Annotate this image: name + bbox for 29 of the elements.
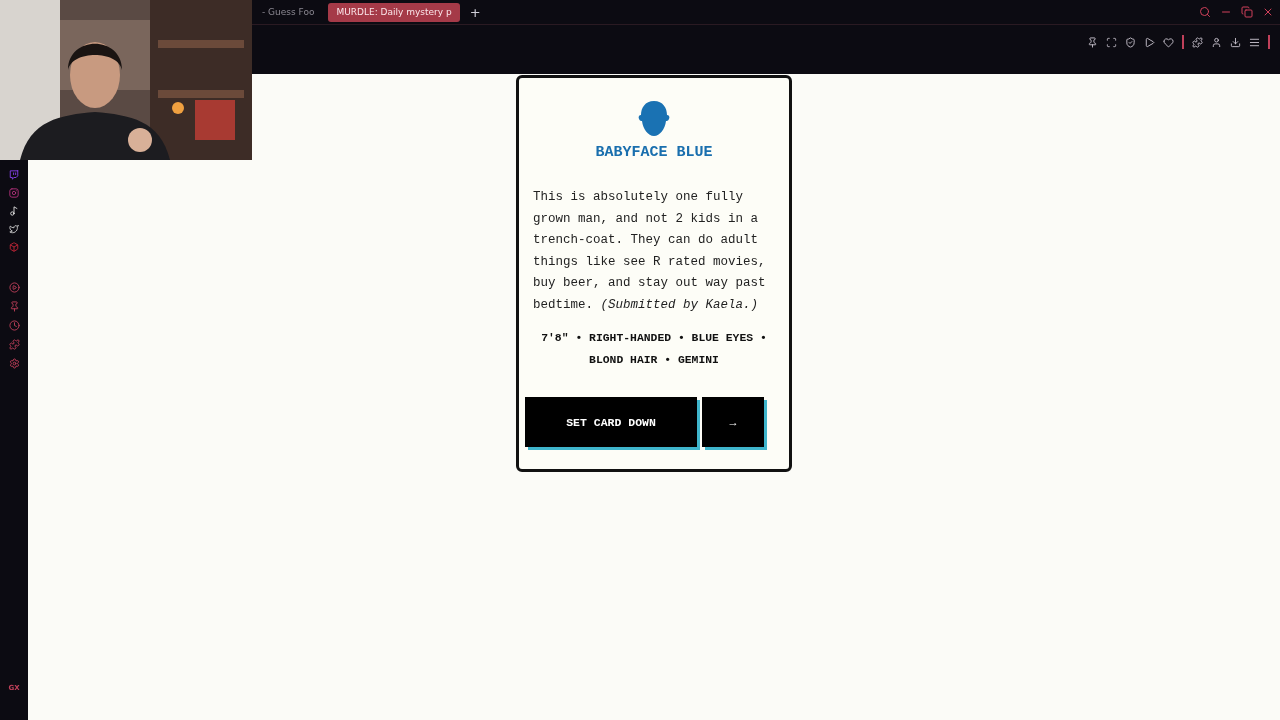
user-icon[interactable] (1211, 36, 1222, 48)
browser-tab[interactable]: - Guess Foo (254, 2, 323, 22)
next-button[interactable]: → (702, 397, 764, 447)
shield-icon[interactable] (1125, 36, 1136, 48)
instagram-icon[interactable] (9, 188, 19, 198)
download-icon[interactable] (1230, 36, 1241, 48)
search-icon[interactable] (1199, 6, 1211, 18)
play-icon[interactable] (1144, 36, 1155, 48)
pin-icon[interactable] (1087, 36, 1098, 48)
new-tab-button[interactable]: + (465, 4, 485, 20)
restore-icon[interactable] (1241, 6, 1253, 18)
menu-icon[interactable] (1249, 36, 1260, 48)
browser-tab[interactable]: MURDLE: Daily mystery p (328, 2, 460, 22)
music-note-icon[interactable] (9, 206, 19, 216)
bird-icon[interactable] (9, 224, 19, 234)
head-silhouette-icon (637, 100, 671, 138)
box-icon[interactable] (9, 242, 19, 252)
twitch-icon[interactable] (9, 170, 19, 180)
clock-icon[interactable] (8, 320, 20, 331)
suspect-traits: 7'8" • RIGHT-HANDED • BLUE EYES • BLOND HAIR • GEMINI (540, 331, 768, 368)
puzzle-icon[interactable] (1192, 36, 1203, 48)
suspect-description: This is absolutely one fully grown man, and not 2 kids in a trench-coat. They can do adult things like see R rated movies, buy beer, and stay out way past bedtime. (Submitted by Kaela.) (532, 189, 767, 314)
play-circle-icon[interactable] (8, 282, 20, 293)
close-icon[interactable] (1262, 6, 1274, 18)
heart-icon[interactable] (1163, 36, 1174, 48)
set-card-down-button[interactable]: SET CARD DOWN (525, 397, 697, 447)
suspect-name: BABYFACE BLUE (595, 144, 713, 161)
crop-icon[interactable] (1106, 36, 1117, 48)
settings-icon[interactable] (8, 358, 20, 369)
